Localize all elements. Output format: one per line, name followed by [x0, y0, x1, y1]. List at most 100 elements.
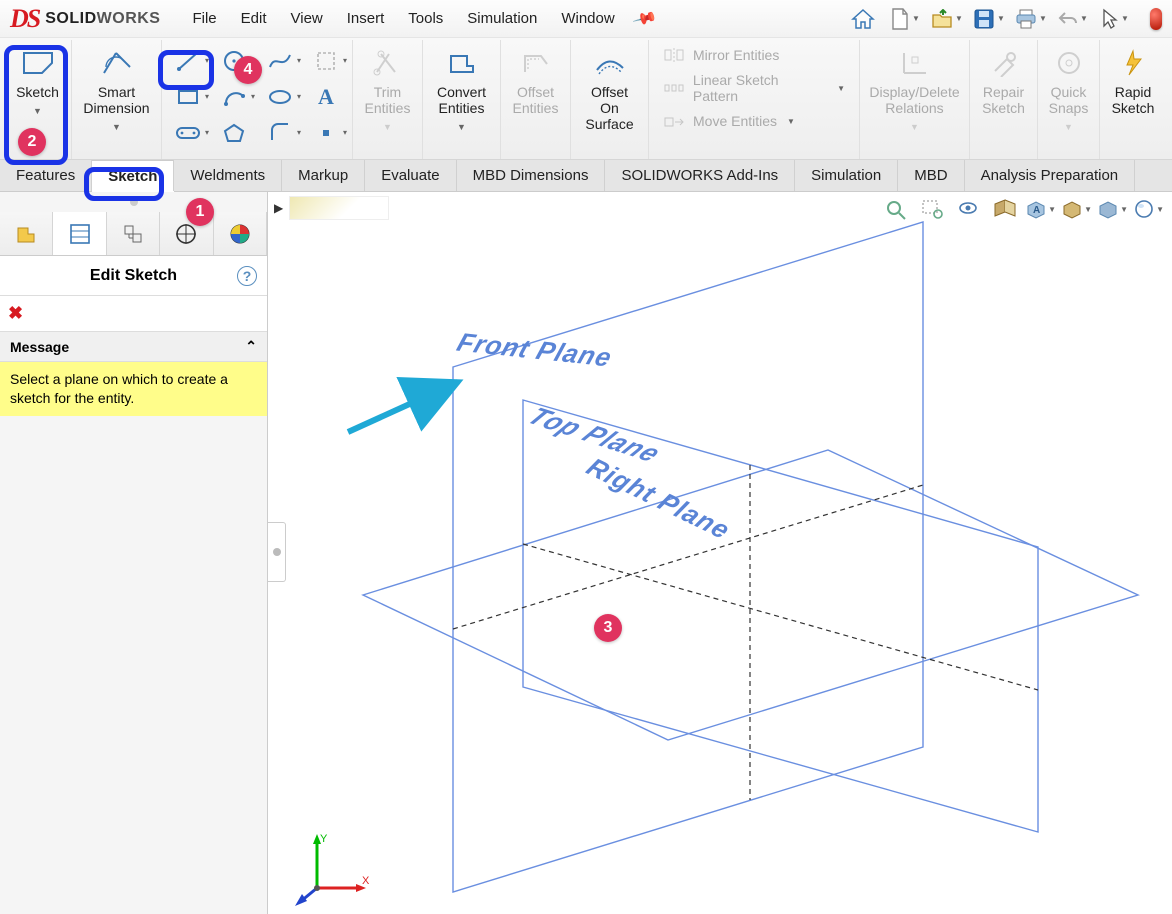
orientation-triad[interactable]: Y X: [292, 828, 372, 908]
menu-tools[interactable]: Tools: [398, 6, 453, 31]
section-view-button[interactable]: [988, 194, 1020, 224]
tab-evaluate[interactable]: Evaluate: [365, 160, 456, 191]
ribbon-tabs: Features Sketch Weldments Markup Evaluat…: [0, 160, 1172, 192]
polygon-tool[interactable]: [212, 116, 256, 150]
main-area: Edit Sketch ? ✖ Message ⌃ Select a plane…: [0, 192, 1172, 914]
arc-tool[interactable]: ▾: [212, 80, 256, 114]
rapid-sketch-label: Rapid Sketch: [1112, 84, 1155, 116]
chevron-down-icon: ▾: [297, 56, 301, 65]
smart-dimension-icon: [96, 44, 138, 82]
side-tab-appearances[interactable]: [214, 212, 267, 255]
chevron-down-icon: ▾: [343, 128, 347, 137]
display-style-button[interactable]: ▼: [1060, 194, 1092, 224]
linear-pattern: Linear Sketch Pattern ▼: [663, 72, 845, 104]
logo-mark-icon: DS: [10, 4, 39, 34]
panel-grip-icon[interactable]: [130, 198, 138, 206]
fillet-tool[interactable]: ▾: [258, 116, 302, 150]
tab-mbd-dimensions[interactable]: MBD Dimensions: [457, 160, 606, 191]
undo-button[interactable]: ▼: [1054, 4, 1092, 34]
print-button[interactable]: ▼: [1012, 4, 1050, 34]
help-icon[interactable]: ?: [237, 266, 257, 286]
previous-view-button[interactable]: [952, 194, 984, 224]
tab-weldments[interactable]: Weldments: [174, 160, 282, 191]
smart-dimension-group[interactable]: Smart Dimension ▼: [72, 40, 162, 159]
chevron-down-icon: ▾: [205, 128, 209, 137]
chevron-down-icon: ▼: [112, 122, 121, 132]
status-indicator: [1150, 8, 1162, 30]
chevron-down-icon: ▾: [205, 92, 209, 101]
hide-show-button[interactable]: ▼: [1096, 194, 1128, 224]
menu-edit[interactable]: Edit: [231, 6, 277, 31]
part-swatch: [289, 196, 389, 220]
offset-surface-label: Offset On Surface: [585, 84, 633, 132]
move-entities: Move Entities ▼: [663, 112, 845, 130]
viewport-breadcrumb: ▶: [274, 196, 389, 220]
tab-features[interactable]: Features: [0, 160, 92, 191]
save-button[interactable]: ▼: [970, 4, 1008, 34]
tab-addins[interactable]: SOLIDWORKS Add-Ins: [605, 160, 795, 191]
side-tab-config[interactable]: [107, 212, 160, 255]
ribbon: Sketch ▼ Smart Dimension ▼ ▾ ▾: [0, 38, 1172, 160]
close-icon[interactable]: ✖: [8, 303, 23, 324]
quick-snaps-group: Quick Snaps ▼: [1038, 40, 1100, 159]
tab-markup[interactable]: Markup: [282, 160, 365, 191]
pin-icon[interactable]: 📌: [631, 5, 658, 32]
annotation-badge-1: 1: [186, 198, 214, 226]
view-orientation-button[interactable]: A▼: [1024, 194, 1056, 224]
open-icon: [931, 9, 953, 29]
convert-icon: [441, 44, 483, 82]
message-header[interactable]: Message ⌃: [0, 332, 267, 362]
text-tool[interactable]: A: [304, 80, 348, 114]
quick-snaps-icon: [1048, 44, 1090, 82]
home-icon: [851, 8, 875, 30]
graphics-viewport[interactable]: ▶ A▼ ▼ ▼ ▼ Front Plane Top Pla: [268, 192, 1172, 914]
collapse-icon: ⌃: [245, 338, 257, 355]
panel-title-row: Edit Sketch ?: [0, 256, 267, 296]
offset-entities-group: Offset Entities: [501, 40, 571, 159]
menu-window[interactable]: Window: [551, 6, 624, 31]
save-icon: [973, 8, 995, 30]
mirror-entities: Mirror Entities: [663, 46, 845, 64]
appearance-button[interactable]: ▼: [1132, 194, 1164, 224]
convert-entities-group[interactable]: Convert Entities ▼: [423, 40, 501, 159]
rectangle-tool[interactable]: ▾: [166, 80, 210, 114]
line-tool[interactable]: ▾: [166, 44, 210, 78]
point-tool[interactable]: ▾: [304, 116, 348, 150]
tab-mbd[interactable]: MBD: [898, 160, 964, 191]
open-button[interactable]: ▼: [928, 4, 966, 34]
chevron-down-icon: ▾: [205, 56, 209, 65]
tab-simulation[interactable]: Simulation: [795, 160, 898, 191]
menu-insert[interactable]: Insert: [337, 6, 395, 31]
menu-file[interactable]: File: [182, 6, 226, 31]
message-body: Select a plane on which to create a sket…: [0, 362, 267, 416]
tab-sketch[interactable]: Sketch: [92, 160, 174, 191]
entity-ops-group: Mirror Entities Linear Sketch Pattern ▼ …: [649, 40, 859, 159]
logo-text: SOLIDWORKS: [45, 10, 160, 28]
menu-view[interactable]: View: [281, 6, 333, 31]
svg-text:A: A: [1033, 205, 1040, 216]
new-doc-icon: [890, 8, 910, 30]
viewport-toolbar: A▼ ▼ ▼ ▼: [880, 194, 1164, 224]
tab-analysis-preparation[interactable]: Analysis Preparation: [965, 160, 1136, 191]
repair-label: Repair Sketch: [982, 84, 1025, 116]
spline-tool[interactable]: ▾: [258, 44, 302, 78]
rapid-sketch-group[interactable]: Rapid Sketch: [1100, 40, 1166, 159]
trim-label: Trim Entities: [365, 84, 411, 116]
ellipse-tool[interactable]: ▾: [258, 80, 302, 114]
flyout-rail[interactable]: [268, 522, 286, 582]
select-button[interactable]: ▼: [1096, 4, 1134, 34]
zoom-area-button[interactable]: [916, 194, 948, 224]
offset-on-surface-group[interactable]: Offset On Surface: [571, 40, 649, 159]
new-button[interactable]: ▼: [886, 4, 924, 34]
menu-simulation[interactable]: Simulation: [457, 6, 547, 31]
print-icon: [1015, 9, 1037, 29]
expand-tree-icon[interactable]: ▶: [274, 201, 283, 215]
side-tab-feature-tree[interactable]: [0, 212, 53, 255]
svg-text:Y: Y: [320, 833, 328, 845]
home-button[interactable]: [844, 4, 882, 34]
zoom-fit-button[interactable]: [880, 194, 912, 224]
plane-tool[interactable]: ▾: [304, 44, 348, 78]
chevron-down-icon: ▼: [33, 106, 42, 116]
side-tab-property-manager[interactable]: [53, 212, 106, 255]
slot-tool[interactable]: ▾: [166, 116, 210, 150]
